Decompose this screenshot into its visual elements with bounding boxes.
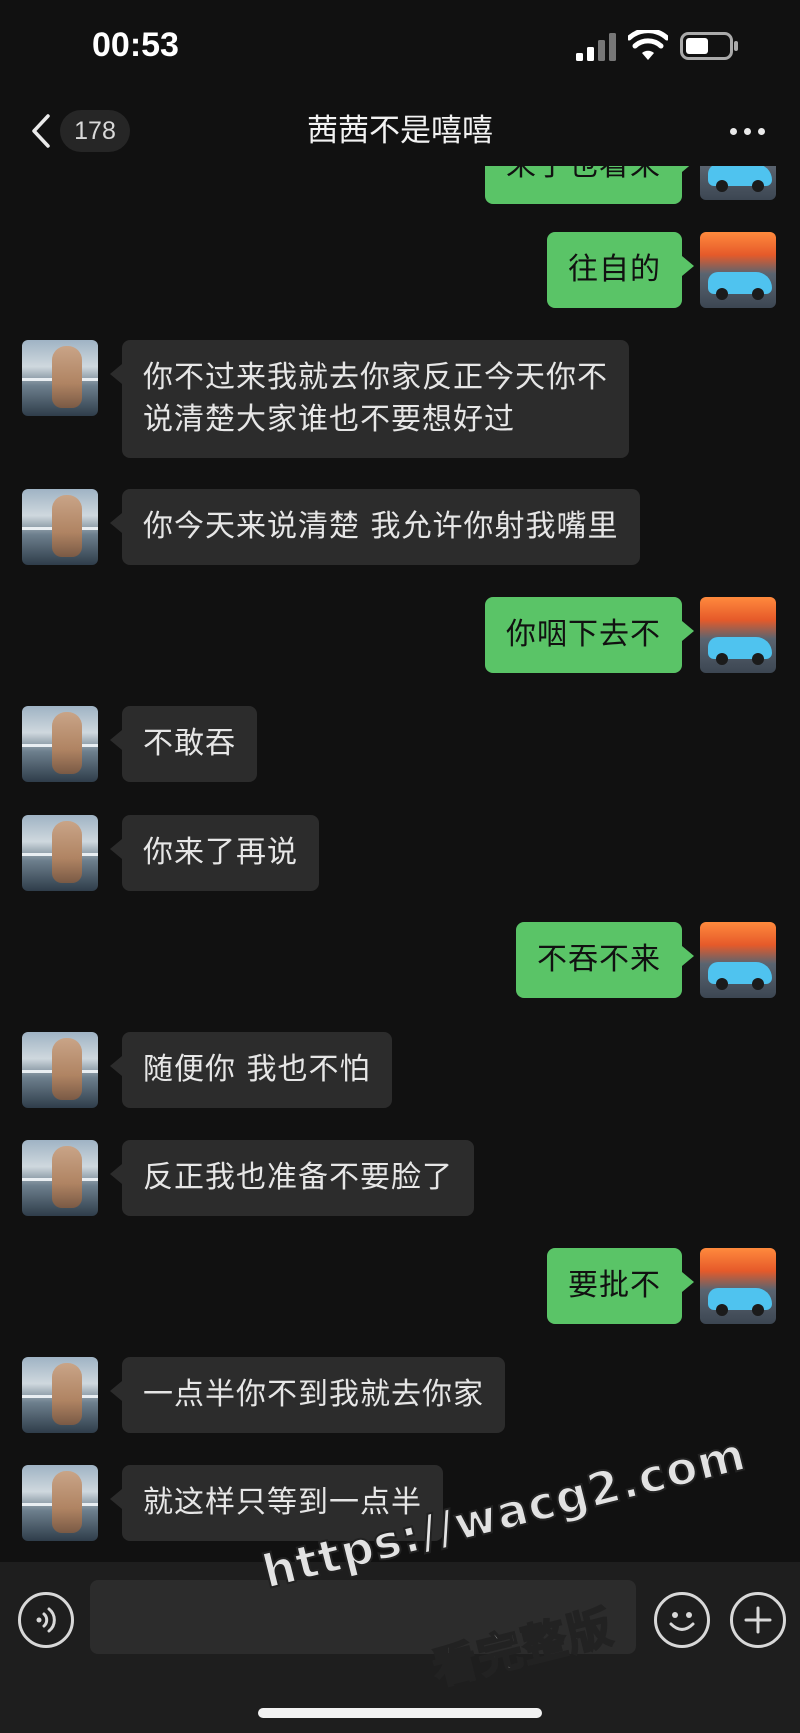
message-list[interactable]: 来了也看来 往自的 你不过来我就去你家反正今天你不 说清楚大家谁也不要想好过 你… [0, 0, 800, 1560]
wifi-icon [628, 30, 668, 60]
message-bubble-incoming[interactable]: 你今天来说清楚 我允许你射我嘴里 [110, 489, 640, 565]
avatar-contact[interactable] [22, 1465, 98, 1541]
chat-header: 178 茜茜不是嘻嘻 [0, 96, 800, 166]
avatar-contact[interactable] [22, 340, 98, 416]
avatar-contact[interactable] [22, 1032, 98, 1108]
home-indicator [258, 1708, 542, 1718]
message-bubble-outgoing[interactable]: 往自的 [547, 232, 694, 308]
message-bubble-incoming[interactable]: 随便你 我也不怕 [110, 1032, 392, 1108]
input-bar [0, 1562, 800, 1733]
chevron-left-icon[interactable] [28, 112, 54, 150]
message-bubble-outgoing[interactable]: 你咽下去不 [485, 597, 694, 673]
message-bubble-incoming[interactable]: 你不过来我就去你家反正今天你不 说清楚大家谁也不要想好过 [110, 340, 629, 458]
message-bubble-incoming[interactable]: 反正我也准备不要脸了 [110, 1140, 474, 1216]
voice-icon [36, 1607, 56, 1633]
avatar-self[interactable] [700, 597, 776, 673]
avatar-contact[interactable] [22, 815, 98, 891]
avatar-self[interactable] [700, 922, 776, 998]
emoji-button[interactable] [654, 1592, 710, 1648]
avatar-contact[interactable] [22, 706, 98, 782]
avatar-contact[interactable] [22, 489, 98, 565]
voice-button[interactable] [18, 1592, 74, 1648]
message-bubble-outgoing[interactable]: 不吞不来 [516, 922, 694, 998]
status-time: 00:53 [92, 26, 179, 64]
avatar-contact[interactable] [22, 1357, 98, 1433]
message-bubble-incoming[interactable]: 不敢吞 [110, 706, 257, 782]
avatar-contact[interactable] [22, 1140, 98, 1216]
unread-count-badge[interactable]: 178 [60, 110, 130, 152]
signal-icon [576, 33, 616, 61]
status-bar: 00:53 [0, 0, 800, 96]
more-dots-icon[interactable] [728, 126, 768, 136]
avatar-self[interactable] [700, 232, 776, 308]
emoji-icon [669, 1612, 695, 1631]
avatar-self[interactable] [700, 1248, 776, 1324]
message-bubble-outgoing[interactable]: 要批不 [547, 1248, 694, 1324]
message-bubble-incoming[interactable]: 一点半你不到我就去你家 [110, 1357, 505, 1433]
message-bubble-incoming[interactable]: 你来了再说 [110, 815, 319, 891]
battery-icon [680, 32, 738, 60]
chat-screen: 来了也看来 往自的 你不过来我就去你家反正今天你不 说清楚大家谁也不要想好过 你… [0, 0, 800, 1733]
plus-button[interactable] [730, 1592, 786, 1648]
chat-title: 茜茜不是嘻嘻 [307, 113, 493, 149]
plus-icon [744, 1606, 772, 1634]
